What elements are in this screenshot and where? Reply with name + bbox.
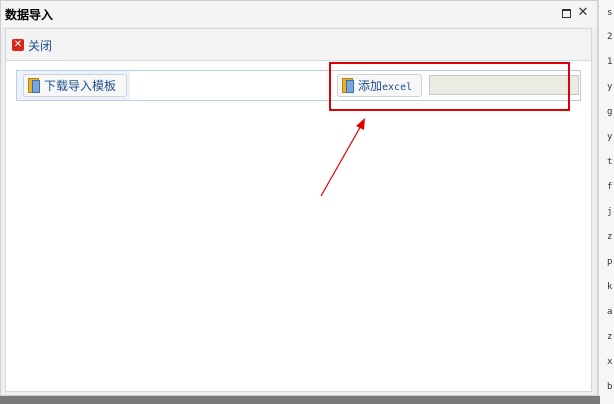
bg-text-line: 2 [607,32,613,42]
bg-text-line: a [607,307,613,317]
bg-text-line: k [607,282,613,292]
bg-text-line: y [607,82,613,92]
bg-text-line: t [607,157,613,167]
import-dialog: 数据导入 ✕ ✕ 关闭 下载导入模板 添加excel [0,0,598,396]
close-icon[interactable]: ✕ [576,6,590,20]
close-button-label: 关闭 [28,38,53,53]
bg-text-line: y [607,132,613,142]
download-template-button[interactable]: 下载导入模板 [23,74,127,97]
dialog-toolbar: ✕ 关闭 [6,29,591,61]
annotation-highlight-box [329,62,570,111]
bg-text-line: x [607,357,613,367]
close-button[interactable]: ✕ 关闭 [12,36,52,54]
download-template-label: 下载导入模板 [44,79,117,93]
bg-text-line: s [607,8,613,18]
background-page-column: s 2 1 y g y t f j z p k a z x b [598,0,614,404]
bg-text-line: p [607,257,613,267]
folder-icon [28,78,40,93]
maximize-icon[interactable] [559,6,573,20]
close-x-icon: ✕ [12,39,24,51]
dialog-title: 数据导入 [5,8,54,22]
bg-text-line: j [607,207,613,217]
bg-text-line: z [607,232,613,242]
bg-text-line: z [607,332,613,342]
bg-text-line: b [607,382,613,392]
window-shadow [0,396,600,404]
bg-text-line: f [607,182,613,192]
bg-text-line: g [607,107,613,117]
bg-text-line: 1 [607,57,613,67]
dialog-titlebar[interactable]: 数据导入 ✕ [1,1,597,27]
